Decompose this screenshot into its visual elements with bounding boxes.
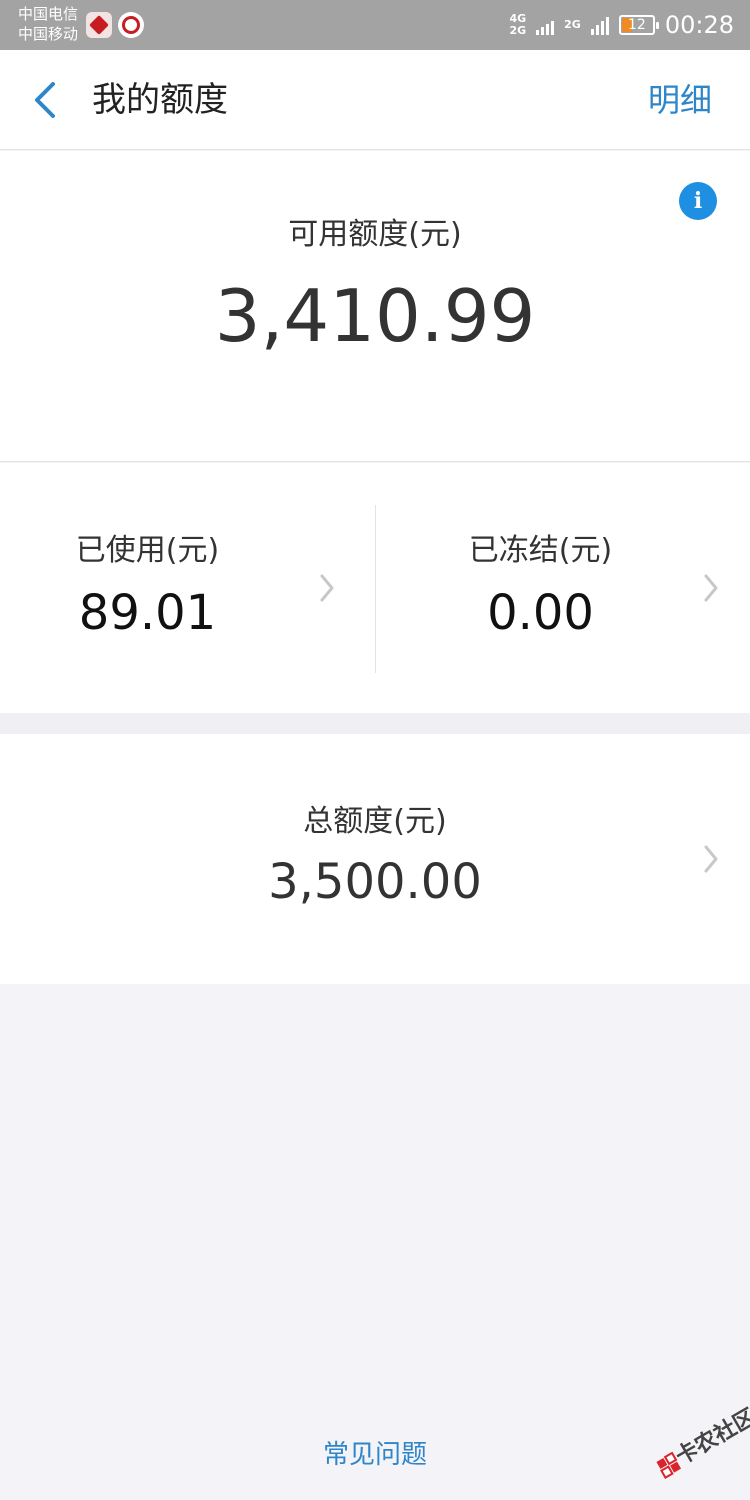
available-credit-label: 可用额度(元) [288, 217, 462, 252]
bank-app-icon [118, 12, 144, 38]
signal-strength-2-icon [590, 15, 609, 35]
carrier-names: 中国电信 中国移动 [18, 4, 78, 44]
chevron-right-icon [320, 574, 334, 602]
section-separator [0, 713, 750, 734]
available-credit-value: 3,410.99 [214, 274, 536, 358]
available-credit-section: i 可用额度(元) 3,410.99 [0, 151, 750, 462]
used-credit-item[interactable]: 已使用(元) 89.01 [0, 463, 375, 713]
used-credit-value: 89.01 [78, 585, 217, 641]
watermark: 卡农社区 [635, 1378, 750, 1497]
frozen-credit-value: 0.00 [487, 585, 594, 641]
carrier-2: 中国移动 [18, 25, 79, 43]
total-credit-label: 总额度(元) [303, 804, 447, 839]
carrier-1: 中国电信 [18, 5, 79, 23]
page-title: 我的额度 [92, 80, 228, 120]
details-button[interactable]: 明细 [648, 76, 712, 124]
network-type-1: 4G 2G [509, 13, 526, 37]
network-label-2g-second: 2G [564, 18, 581, 31]
chevron-right-icon [704, 845, 718, 873]
watermark-text: 卡农社区 [671, 1404, 750, 1471]
battery-level: 12 [627, 17, 646, 33]
used-credit-label: 已使用(元) [75, 533, 220, 568]
signal-strength-1-icon [536, 15, 555, 35]
frozen-credit-label: 已冻结(元) [468, 533, 613, 568]
total-credit-value: 3,500.00 [268, 854, 482, 910]
chevron-left-icon [35, 82, 55, 118]
usage-summary: 已使用(元) 89.01 已冻结(元) 0.00 [0, 463, 750, 713]
app-header: 我的额度 明细 [0, 50, 750, 150]
total-credit-item[interactable]: 总额度(元) 3,500.00 [0, 734, 750, 984]
frozen-credit-item[interactable]: 已冻结(元) 0.00 [375, 463, 750, 713]
chevron-right-icon [704, 574, 718, 602]
network-type-2: 2G [564, 19, 581, 31]
clock: 00:28 [664, 11, 734, 39]
status-bar: 中国电信 中国移动 4G 2G 2G 12 00:28 [0, 0, 750, 50]
battery-icon: 12 [618, 15, 659, 35]
status-indicators: 4G 2G 2G 12 00:28 [509, 8, 734, 42]
back-button[interactable] [20, 75, 70, 125]
faq-link[interactable]: 常见问题 [0, 1434, 750, 1471]
notification-app-icon [86, 12, 112, 38]
network-label-2g: 2G [509, 24, 527, 37]
